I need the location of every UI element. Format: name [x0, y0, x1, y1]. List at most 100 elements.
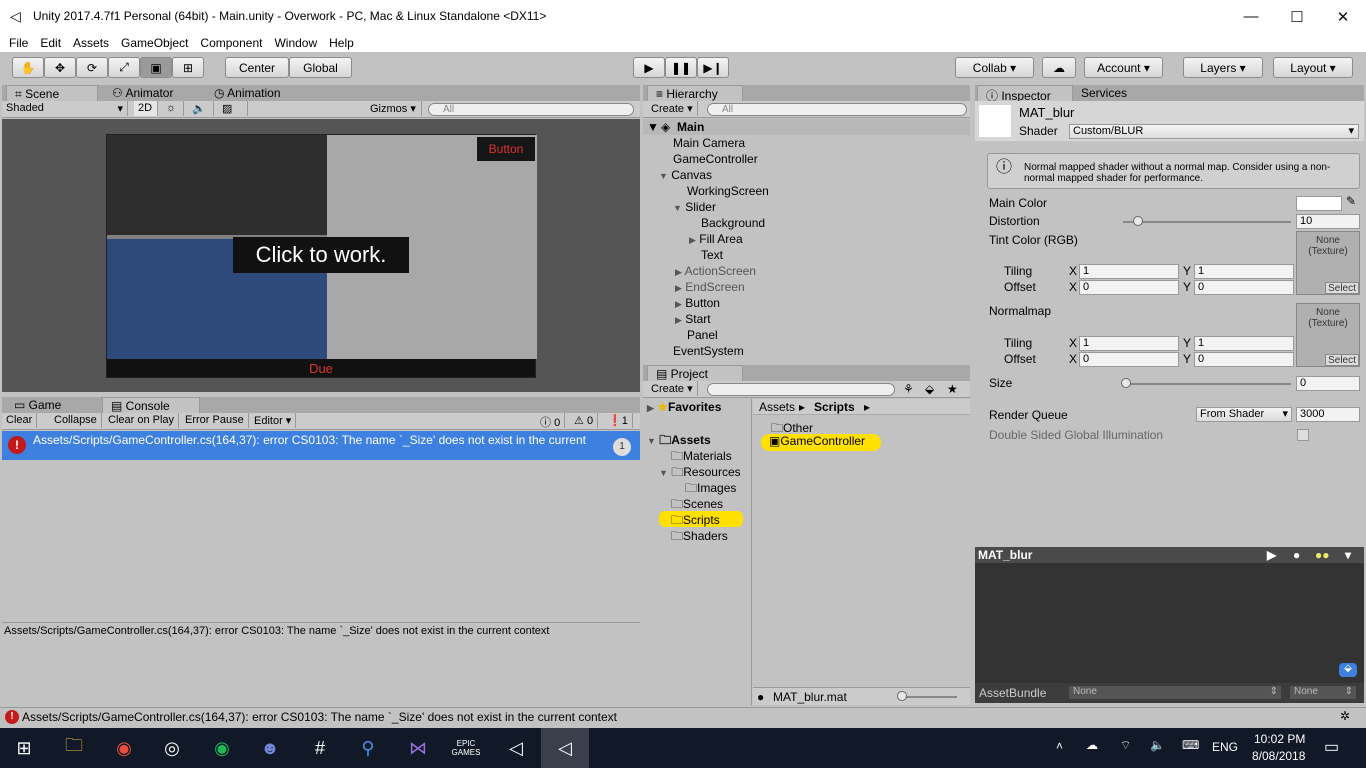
clear-on-play-button[interactable]: Clear on Play	[104, 413, 180, 428]
gizmos-dropdown[interactable]: Gizmos ▾	[366, 101, 422, 116]
normal-tiling-y-field[interactable]: 1	[1194, 336, 1294, 351]
hand-tool-button[interactable]: ✋	[12, 57, 44, 78]
main-color-field[interactable]	[1296, 196, 1342, 211]
size-slider-knob[interactable]	[1121, 378, 1131, 388]
menu-assets[interactable]: Assets	[73, 36, 109, 50]
error-pause-button[interactable]: Error Pause	[181, 413, 249, 428]
tab-inspector[interactable]: ⓘ Inspector	[977, 85, 1073, 103]
collapse-button[interactable]: Collapse	[50, 413, 102, 428]
preview-play-icon[interactable]: ▶	[1267, 548, 1276, 562]
spotify-icon[interactable]: ◉	[198, 728, 246, 768]
transform-tool-button[interactable]: ⊞	[172, 57, 204, 78]
assetbundle-name-dropdown[interactable]: None ⇕	[1069, 686, 1281, 699]
hierarchy-item-slider[interactable]: ▼ Slider	[673, 200, 716, 214]
unity-editor-icon[interactable]: ◁	[541, 728, 589, 768]
project-create-dropdown[interactable]: Create ▾	[647, 381, 698, 396]
hierarchy-item-button[interactable]: ▶ Button	[675, 296, 720, 310]
tint-offset-y-field[interactable]: 0	[1194, 280, 1294, 295]
play-button[interactable]: ▶	[633, 57, 665, 78]
move-tool-button[interactable]: ✥	[44, 57, 76, 78]
close-button[interactable]: ✕	[1320, 0, 1366, 33]
discord-icon[interactable]: ☻	[246, 728, 294, 768]
distortion-field[interactable]: 10	[1296, 214, 1360, 229]
menu-help[interactable]: Help	[329, 36, 354, 50]
distortion-slider[interactable]	[1123, 221, 1291, 223]
editor-dropdown[interactable]: Editor ▾	[250, 413, 297, 428]
render-queue-dropdown[interactable]: From Shader ▾	[1196, 407, 1292, 422]
show-hidden-icons[interactable]: ˄	[1056, 739, 1063, 753]
eyedropper-icon[interactable]: ✎	[1346, 194, 1356, 208]
hierarchy-item-workingscreen[interactable]: WorkingScreen	[687, 184, 769, 198]
volume-icon[interactable]: 🔈	[1150, 738, 1165, 752]
notification-icon[interactable]: ▭	[1324, 737, 1339, 757]
clock-time[interactable]: 10:02 PM	[1254, 732, 1305, 746]
scale-tool-button[interactable]: ⤢	[108, 57, 140, 78]
preview-light-icon[interactable]: ●●	[1315, 548, 1330, 562]
account-button[interactable]: Account ▾	[1084, 57, 1163, 78]
info-filter-toggle[interactable]: ⓘ 0	[536, 413, 566, 429]
layers-dropdown[interactable]: Layers ▾	[1183, 57, 1263, 78]
media-app-icon[interactable]: ◎	[148, 728, 196, 768]
file-gamecontroller-script[interactable]: ▣GameController	[761, 434, 881, 451]
step-button[interactable]: ▶❙	[697, 57, 729, 78]
hierarchy-item-panel[interactable]: Panel	[687, 328, 718, 342]
hierarchy-item-background[interactable]: Background	[701, 216, 765, 230]
pause-button[interactable]: ❚❚	[665, 57, 697, 78]
lighting-toggle[interactable]: ☼	[162, 101, 184, 116]
menu-component[interactable]: Component	[200, 36, 262, 50]
slack-icon[interactable]: #	[296, 728, 344, 768]
hierarchy-item-eventsystem[interactable]: EventSystem	[673, 344, 744, 358]
filter-type-icon[interactable]: ⚘	[903, 382, 914, 396]
menu-window[interactable]: Window	[274, 36, 317, 50]
normal-tiling-x-field[interactable]: 1	[1079, 336, 1179, 351]
audio-toggle[interactable]: 🔈	[188, 101, 214, 116]
scene-header[interactable]: ▼ ◈ Main	[643, 119, 970, 135]
keyboard-icon[interactable]: ⌨	[1182, 738, 1199, 752]
hierarchy-item-start[interactable]: ▶ Start	[675, 312, 711, 326]
normal-offset-y-field[interactable]: 0	[1194, 352, 1294, 367]
tab-project[interactable]: ▤ Project	[647, 365, 743, 381]
tint-texture-slot[interactable]: None (Texture) Select	[1296, 231, 1360, 295]
clear-button[interactable]: Clear	[2, 413, 38, 428]
2d-toggle[interactable]: 2D	[134, 101, 158, 116]
tab-animation[interactable]: ◷ Animation	[206, 85, 316, 101]
preview-sphere-icon[interactable]: ●	[1293, 548, 1300, 562]
hierarchy-item-fill-area[interactable]: ▶ Fill Area	[689, 232, 743, 246]
normal-offset-x-field[interactable]: 0	[1079, 352, 1179, 367]
size-field[interactable]: 0	[1296, 376, 1360, 391]
rotate-tool-button[interactable]: ⟳	[76, 57, 108, 78]
hierarchy-create-dropdown[interactable]: Create ▾	[647, 101, 698, 116]
wifi-icon[interactable]: ⌔	[1120, 738, 1131, 753]
tab-scene[interactable]: ⌗ Scene	[6, 85, 98, 101]
visual-studio-icon[interactable]: ⋈	[394, 728, 442, 768]
effects-toggle[interactable]: ▨	[218, 101, 248, 116]
normalmap-texture-select-button[interactable]: Select	[1325, 354, 1359, 366]
project-search-input[interactable]	[707, 383, 895, 396]
hierarchy-item-gamecontroller[interactable]: GameController	[673, 152, 758, 166]
render-queue-field[interactable]: 3000	[1296, 407, 1360, 422]
distortion-slider-knob[interactable]	[1133, 216, 1143, 226]
layout-dropdown[interactable]: Layout ▾	[1273, 57, 1353, 78]
language-indicator[interactable]: ENG	[1212, 740, 1238, 754]
windows-start-icon[interactable]: ⊞	[0, 728, 48, 768]
epic-games-icon[interactable]: EPIC GAMES	[442, 728, 490, 768]
minimize-button[interactable]: —	[1228, 0, 1274, 33]
hierarchy-item-main-camera[interactable]: Main Camera	[673, 136, 745, 150]
menu-file[interactable]: File	[9, 36, 28, 50]
hierarchy-search-input[interactable]: All	[707, 103, 967, 116]
size-slider[interactable]	[1123, 383, 1291, 385]
favorites-item[interactable]: ▶ ★Favorites	[647, 400, 721, 414]
hierarchy-item-endscreen[interactable]: ▶ EndScreen	[675, 280, 745, 294]
breadcrumb-scripts[interactable]: Scripts	[814, 400, 855, 414]
upload-icon[interactable]: ☁	[1086, 738, 1098, 752]
favorite-star-icon[interactable]: ★	[947, 382, 958, 396]
hierarchy-item-canvas[interactable]: ▼ Canvas	[659, 168, 712, 182]
tint-tiling-x-field[interactable]: 1	[1079, 264, 1179, 279]
normalmap-texture-slot[interactable]: None (Texture) Select	[1296, 303, 1360, 367]
collab-button[interactable]: Collab ▾	[955, 57, 1034, 78]
icon-size-slider[interactable]	[901, 696, 957, 698]
tab-console[interactable]: ▤ Console	[102, 397, 200, 413]
double-sided-gi-checkbox[interactable]	[1297, 429, 1309, 441]
tab-animator[interactable]: ⚇ Animator	[104, 85, 204, 101]
unity-hub-icon[interactable]: ◁	[492, 728, 540, 768]
